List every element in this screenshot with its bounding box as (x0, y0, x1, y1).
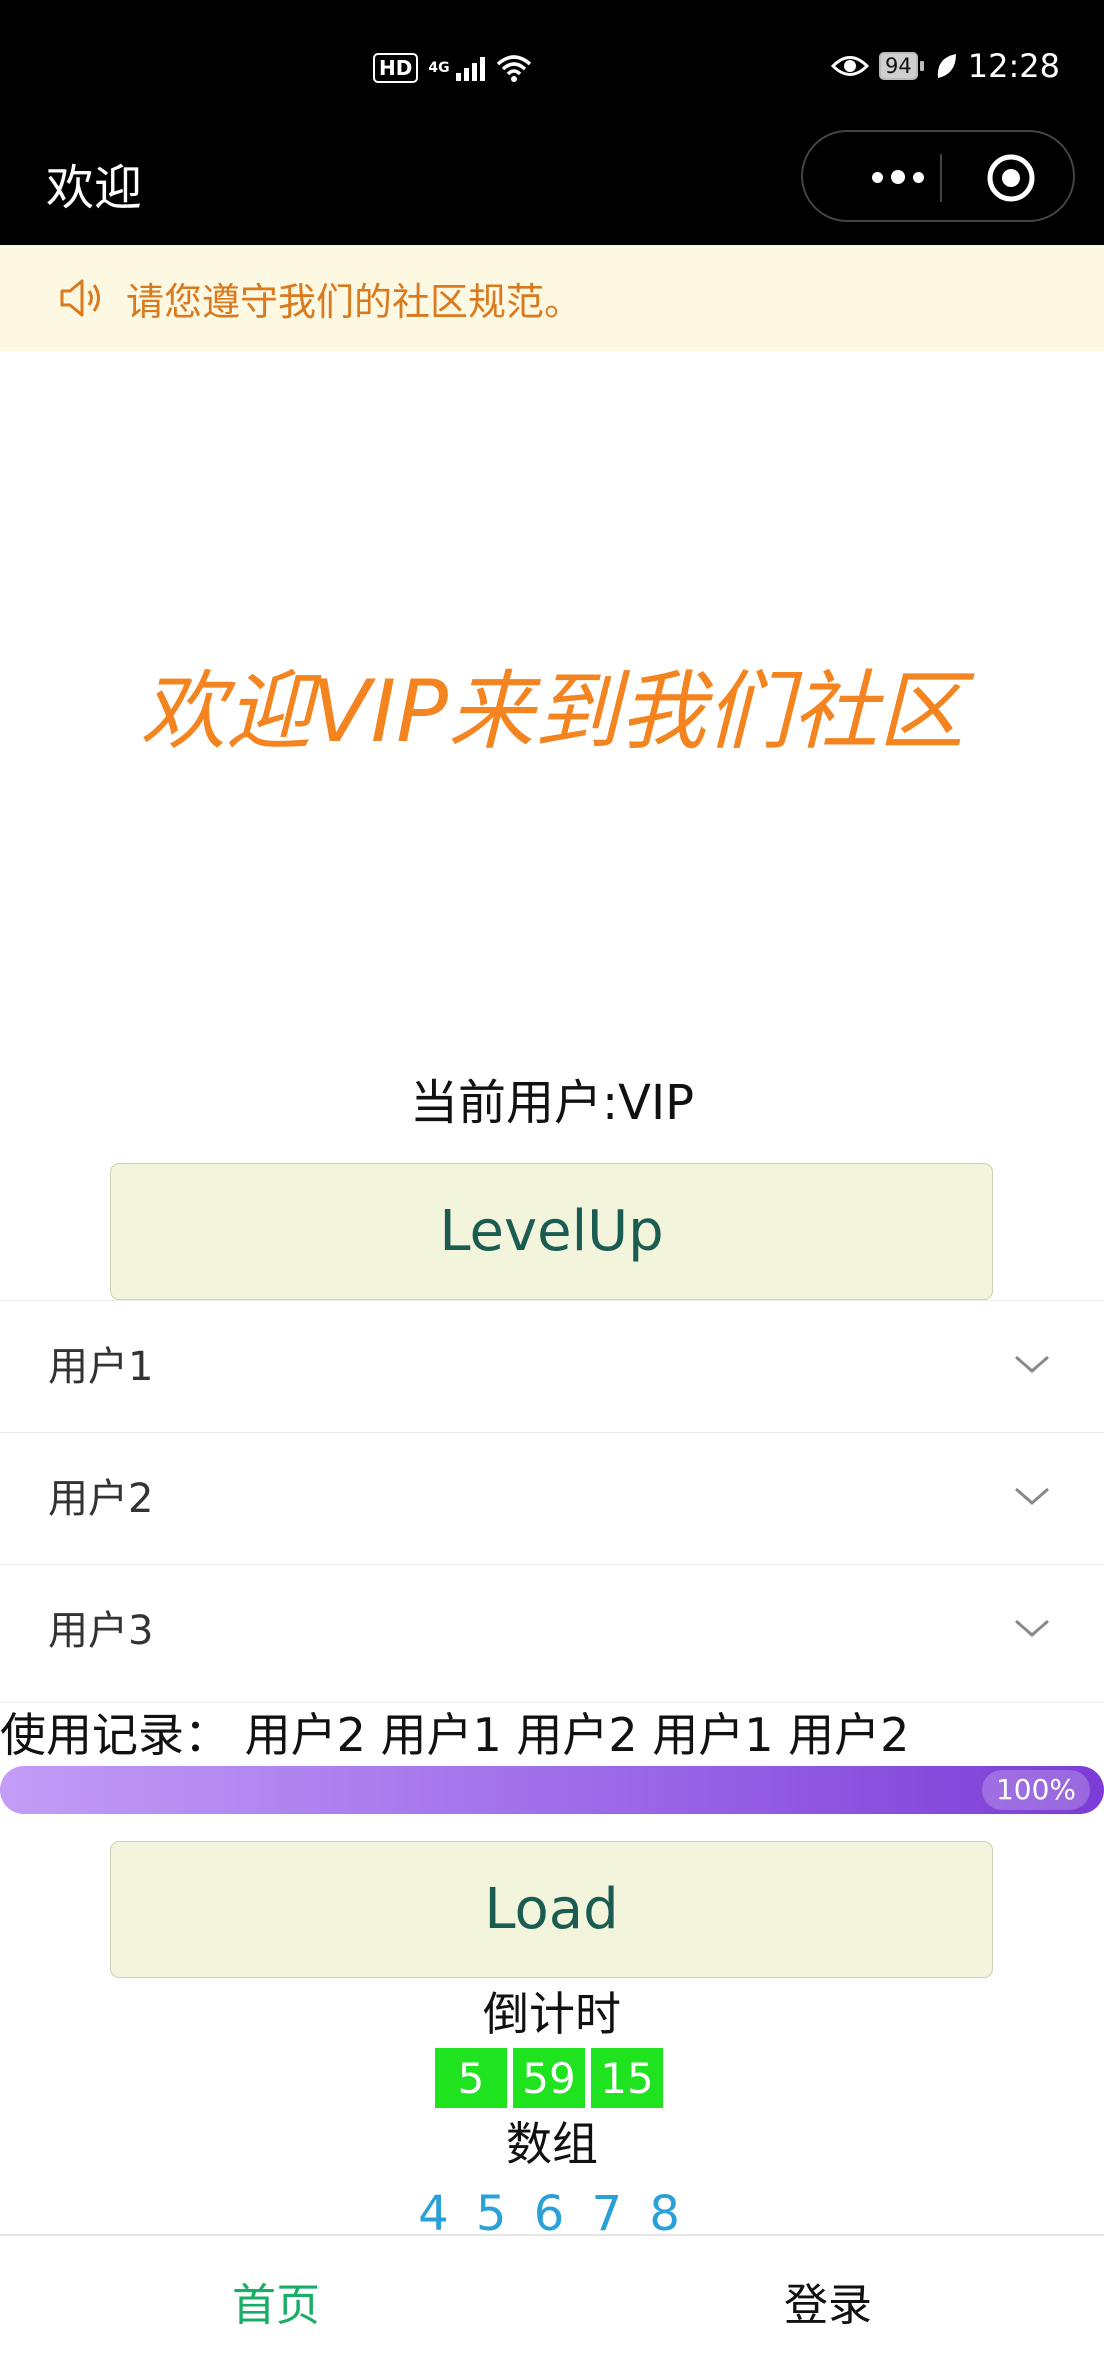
notice-text: 请您遵守我们的社区规范。 (126, 279, 583, 324)
more-options-button[interactable] (843, 160, 953, 194)
hd-badge: HD (373, 53, 419, 83)
network-type: 4G (428, 60, 450, 76)
notice-bar: 请您遵守我们的社区规范。 (0, 245, 1104, 351)
capsule-divider (940, 154, 942, 202)
nav-bar: 欢迎 (0, 130, 1104, 245)
countdown-minutes: 59 (513, 2048, 585, 2108)
current-user-label: 当前用户:VIP (409, 1075, 695, 1131)
collapse-label: 用户2 (48, 1476, 154, 1522)
welcome-headline: 欢迎VIP来到我们社区 (139, 662, 965, 762)
collapse-item-user2[interactable]: 用户2 (0, 1432, 1104, 1564)
tab-bar: 首页 登录 (0, 2234, 1104, 2378)
countdown-hours: 5 (435, 2048, 507, 2108)
progress-bar: 100% (0, 1766, 1104, 1814)
leaf-icon (937, 54, 956, 78)
countdown-seconds: 15 (591, 2048, 663, 2108)
battery-icon: 94 (879, 52, 924, 80)
battery-level: 94 (879, 52, 918, 80)
array-title: 数组 (506, 2117, 598, 2171)
load-label: Load (484, 1877, 619, 1942)
level-up-label: LevelUp (439, 1199, 664, 1264)
wifi-icon (496, 55, 531, 82)
usage-history: 使用记录： 用户2 用户1 用户2 用户1 用户2 (0, 1702, 1104, 1767)
miniprogram-capsule (801, 130, 1075, 222)
status-network-group: HD 4G (373, 48, 533, 88)
tab-login[interactable]: 登录 (552, 2276, 1104, 2336)
status-bar: HD 4G 94 12:28 (0, 0, 1104, 130)
chevron-down-icon (1015, 1619, 1049, 1637)
collapse-label: 用户1 (48, 1344, 154, 1390)
load-button[interactable]: Load (110, 1841, 993, 1978)
progress-label: 100% (981, 1770, 1090, 1810)
eye-icon (831, 56, 870, 76)
speaker-icon (60, 279, 100, 317)
collapse-item-user1[interactable]: 用户1 (0, 1300, 1104, 1432)
array-values: 4 5 6 7 8 (418, 2186, 686, 2238)
countdown-timer: 5 59 15 (435, 2048, 663, 2108)
countdown-title: 倒计时 (483, 1987, 621, 2041)
chevron-down-icon (1015, 1487, 1049, 1505)
level-up-button[interactable]: LevelUp (110, 1163, 993, 1300)
close-miniprogram-icon[interactable] (985, 152, 1037, 204)
chevron-down-icon (1015, 1355, 1049, 1373)
page-title: 欢迎 (46, 160, 143, 216)
status-right-group: 94 12:28 (831, 44, 1060, 88)
collapse-label: 用户3 (48, 1608, 154, 1654)
tab-home[interactable]: 首页 (0, 2276, 552, 2336)
signal-icon (455, 55, 485, 81)
status-time: 12:28 (967, 47, 1060, 85)
collapse-item-user3[interactable]: 用户3 (0, 1564, 1104, 1696)
